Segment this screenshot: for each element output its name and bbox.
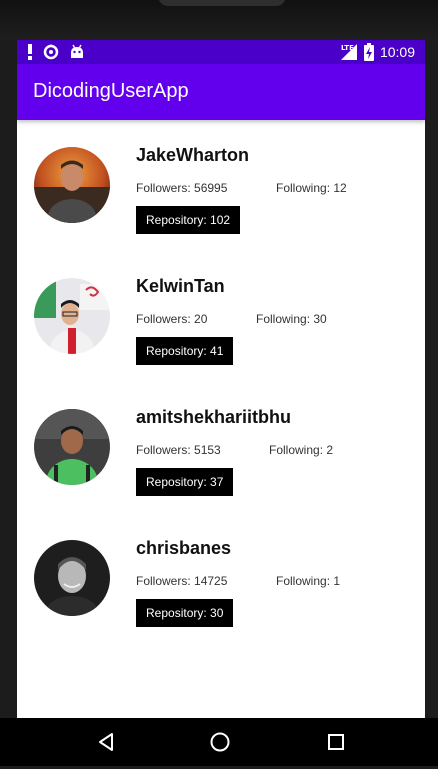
status-bar: LTE 10:09 <box>17 40 425 64</box>
repository-button[interactable]: Repository: 41 <box>136 337 234 365</box>
navigation-bar <box>0 718 438 766</box>
repository-button[interactable]: Repository: 37 <box>136 468 234 496</box>
lte-signal-icon: LTE <box>340 43 358 61</box>
recents-icon[interactable] <box>324 730 348 754</box>
phone-frame: LTE 10:09 DicodingUserApp JakeWharton Fo… <box>0 0 438 769</box>
speaker-grille <box>158 0 286 6</box>
back-icon[interactable] <box>94 730 118 754</box>
list-item[interactable]: JakeWharton Followers: 56995 Following: … <box>17 120 425 251</box>
following-count: Following: 30 <box>256 312 327 326</box>
avatar <box>34 147 110 223</box>
followers-count: Followers: 20 <box>136 312 208 326</box>
app-bar: DicodingUserApp <box>17 64 425 120</box>
avatar <box>34 409 110 485</box>
status-right-icons: LTE 10:09 <box>340 43 415 61</box>
home-icon[interactable] <box>208 730 232 754</box>
list-item[interactable]: chrisbanes Followers: 14725 Following: 1… <box>17 513 425 644</box>
battery-charging-icon <box>363 43 374 61</box>
repository-button[interactable]: Repository: 30 <box>136 599 234 627</box>
following-count: Following: 12 <box>276 181 347 195</box>
followers-count: Followers: 56995 <box>136 181 228 195</box>
username: KelwinTan <box>136 276 225 296</box>
app-title: DicodingUserApp <box>33 80 189 102</box>
list-item[interactable]: amitshekhariitbhu Followers: 5153 Follow… <box>17 382 425 513</box>
username: chrisbanes <box>136 538 232 558</box>
svg-text:LTE: LTE <box>341 44 354 52</box>
android-icon <box>69 43 85 61</box>
status-clock: 10:09 <box>379 44 415 60</box>
repository-button[interactable]: Repository: 102 <box>136 206 241 234</box>
screen: LTE 10:09 DicodingUserApp JakeWharton Fo… <box>17 40 425 718</box>
list-item[interactable]: KelwinTan Followers: 20 Following: 30 Re… <box>17 251 425 382</box>
username: JakeWharton <box>136 145 250 165</box>
following-count: Following: 2 <box>269 443 334 457</box>
following-count: Following: 1 <box>276 574 341 588</box>
username: amitshekhariitbhu <box>136 407 292 427</box>
alert-icon <box>27 43 33 61</box>
status-left-icons <box>27 43 85 61</box>
followers-count: Followers: 14725 <box>136 574 228 588</box>
followers-count: Followers: 5153 <box>136 443 221 457</box>
avatar <box>34 540 110 616</box>
avatar <box>34 278 110 354</box>
data-saver-icon <box>43 43 59 61</box>
top-bezel <box>0 0 438 40</box>
